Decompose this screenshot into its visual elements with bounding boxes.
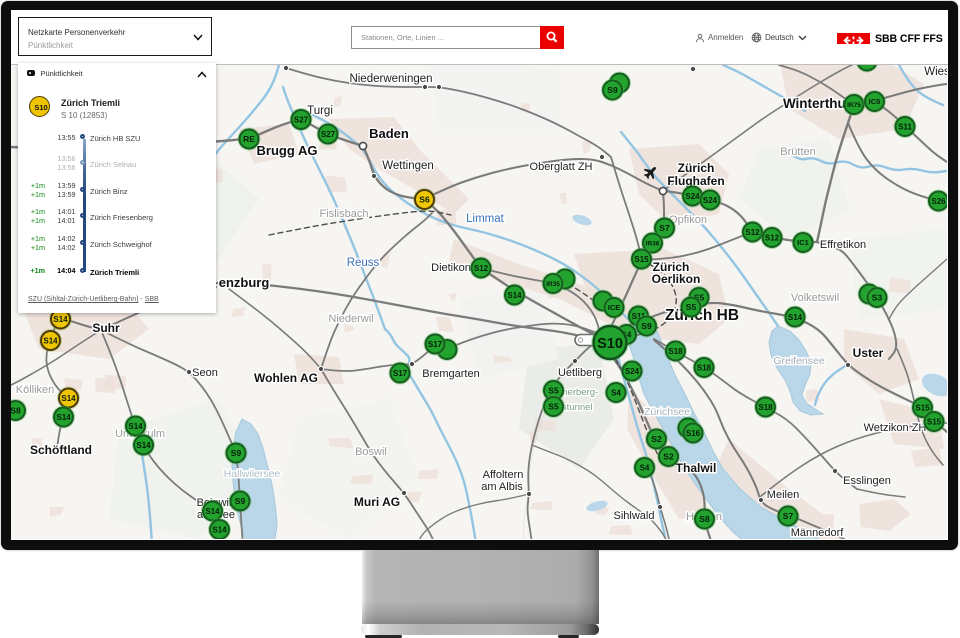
svg-text:Sihlwald: Sihlwald <box>614 510 655 522</box>
svg-text:S15: S15 <box>915 403 930 412</box>
svg-text:Schöftland: Schöftland <box>30 443 92 457</box>
svg-text:S15: S15 <box>634 255 649 264</box>
svg-text:Baden: Baden <box>369 126 409 141</box>
svg-text:S8: S8 <box>699 514 710 524</box>
svg-text:S14: S14 <box>56 413 71 422</box>
svg-text:S14: S14 <box>43 336 58 345</box>
svg-text:S12: S12 <box>765 233 780 242</box>
svg-text:S26: S26 <box>931 197 946 206</box>
svg-text:Reuss: Reuss <box>347 257 380 269</box>
svg-text:S14: S14 <box>53 315 68 324</box>
svg-text:Fislisbach: Fislisbach <box>320 208 369 220</box>
svg-text:Hallwilersee: Hallwilersee <box>224 468 281 480</box>
svg-text:IC5: IC5 <box>869 97 881 106</box>
svg-text:Uetliberg: Uetliberg <box>558 367 602 379</box>
svg-text:S3: S3 <box>872 293 883 303</box>
svg-text:S7: S7 <box>659 223 670 233</box>
svg-text:S18: S18 <box>697 363 712 372</box>
svg-text:Volketswil: Volketswil <box>791 292 839 304</box>
svg-text:Wetzikon ZH: Wetzikon ZH <box>864 422 927 434</box>
svg-text:Greifensee: Greifensee <box>773 355 825 367</box>
svg-text:IR75: IR75 <box>847 102 861 109</box>
svg-text:S15: S15 <box>927 417 942 426</box>
svg-text:S14: S14 <box>128 422 143 431</box>
svg-text:Männedorf: Männedorf <box>791 527 845 539</box>
svg-text:S14: S14 <box>136 441 151 450</box>
svg-text:S18: S18 <box>758 403 773 412</box>
svg-text:Zürichsee: Zürichsee <box>644 406 690 418</box>
svg-text:Muri AG: Muri AG <box>354 495 400 509</box>
svg-text:S14: S14 <box>205 507 220 516</box>
svg-text:S5: S5 <box>548 386 559 396</box>
svg-text:S6: S6 <box>419 195 430 205</box>
svg-text:Wies: Wies <box>924 66 947 78</box>
svg-text:S14: S14 <box>61 394 76 403</box>
svg-text:Bremgarten: Bremgarten <box>422 368 479 380</box>
svg-text:S9: S9 <box>231 448 242 458</box>
svg-text:S14: S14 <box>788 313 803 322</box>
svg-text:Zürich: Zürich <box>678 161 715 175</box>
svg-text:S12: S12 <box>474 264 489 273</box>
svg-text:S16: S16 <box>686 429 701 438</box>
svg-text:S17: S17 <box>393 369 408 378</box>
svg-text:Thalwil: Thalwil <box>676 461 717 475</box>
svg-text:S2: S2 <box>663 452 674 462</box>
svg-text:S27: S27 <box>321 130 336 139</box>
svg-text:S9: S9 <box>235 496 246 506</box>
svg-text:Dietikon: Dietikon <box>431 262 471 274</box>
svg-text:Seon: Seon <box>192 367 218 379</box>
svg-text:Winterthur: Winterthur <box>783 96 852 111</box>
svg-text:IC1: IC1 <box>797 238 809 247</box>
svg-text:Oerlikon: Oerlikon <box>652 272 701 286</box>
svg-text:Uster: Uster <box>853 346 884 360</box>
svg-text:S24: S24 <box>685 192 700 201</box>
svg-text:S24: S24 <box>625 367 640 376</box>
svg-text:S12: S12 <box>745 228 760 237</box>
svg-text:Boswil: Boswil <box>355 446 387 458</box>
svg-text:S9: S9 <box>641 321 652 331</box>
svg-text:IR36: IR36 <box>646 240 660 247</box>
svg-text:S2: S2 <box>651 434 662 444</box>
svg-text:Wohlen AG: Wohlen AG <box>254 371 318 385</box>
svg-text:S24: S24 <box>703 196 718 205</box>
svg-text:Effretikon: Effretikon <box>820 239 866 251</box>
svg-text:S7: S7 <box>783 511 794 521</box>
svg-text:Niederweningen: Niederweningen <box>349 73 432 85</box>
svg-text:Meilen: Meilen <box>767 489 799 501</box>
svg-text:Brugg AG: Brugg AG <box>257 143 318 158</box>
svg-text:Affoltern: Affoltern <box>483 469 524 481</box>
svg-text:S27: S27 <box>294 115 309 124</box>
svg-text:S17: S17 <box>428 340 443 349</box>
svg-text:S8: S8 <box>11 406 21 416</box>
svg-text:Niederwil: Niederwil <box>328 313 373 325</box>
svg-text:S10: S10 <box>597 336 623 352</box>
svg-text:Limmat: Limmat <box>466 213 505 225</box>
svg-text:Esslingen: Esslingen <box>843 475 891 487</box>
svg-text:S9: S9 <box>607 85 618 95</box>
svg-text:S4: S4 <box>640 463 650 472</box>
svg-text:Brütten: Brütten <box>780 146 815 158</box>
svg-text:Oberglatt ZH: Oberglatt ZH <box>530 161 593 173</box>
svg-text:S14: S14 <box>212 525 227 534</box>
svg-text:Kölliken: Kölliken <box>16 384 55 396</box>
svg-text:S14: S14 <box>507 291 522 300</box>
svg-text:S5: S5 <box>548 402 559 412</box>
svg-text:S5: S5 <box>686 302 697 312</box>
svg-text:S11: S11 <box>898 122 912 131</box>
svg-text:S4: S4 <box>611 388 621 397</box>
svg-text:IR35: IR35 <box>546 281 560 288</box>
svg-text:ICE: ICE <box>608 303 621 312</box>
svg-text:RE: RE <box>243 134 255 144</box>
svg-text:enzburg: enzburg <box>219 275 270 290</box>
svg-text:Suhr: Suhr <box>92 321 120 335</box>
svg-text:Wettingen: Wettingen <box>382 160 434 172</box>
svg-text:S18: S18 <box>668 347 683 356</box>
svg-text:am Albis: am Albis <box>481 481 523 493</box>
